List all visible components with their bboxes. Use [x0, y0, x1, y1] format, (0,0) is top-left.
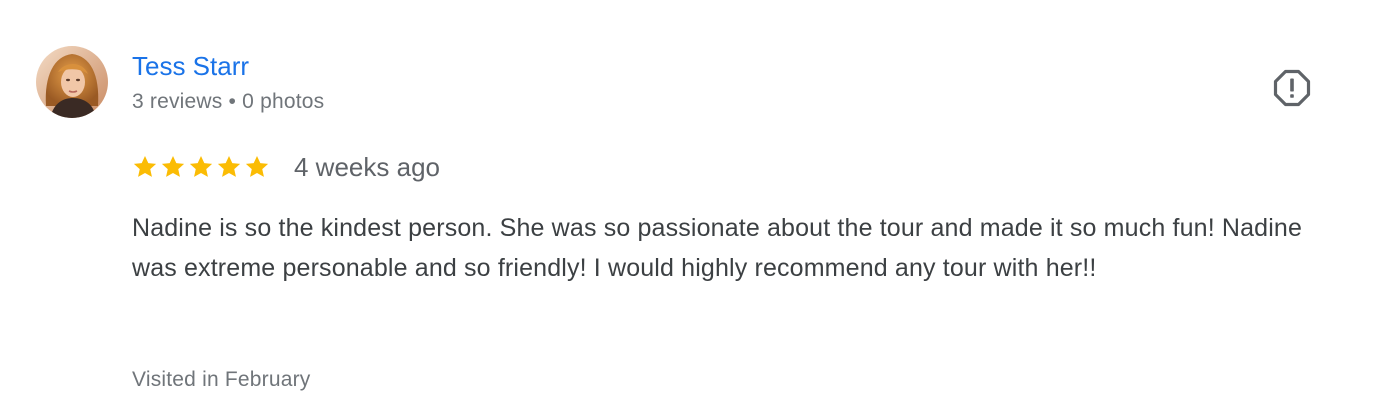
reviews-count: 3 reviews — [132, 90, 223, 113]
reviewer-name-link[interactable]: Tess Starr — [132, 50, 249, 82]
avatar-photo-icon — [36, 46, 108, 118]
star-filled-icon — [245, 155, 269, 177]
star-filled-icon — [217, 155, 241, 177]
report-review-button[interactable] — [1268, 64, 1316, 112]
review-body-text: Nadine is so the kindest person. She was… — [132, 214, 1303, 282]
star-filled-icon — [189, 155, 213, 177]
reviewer-stats: 3 reviews • 0 photos — [132, 89, 324, 115]
photos-count: 0 photos — [242, 90, 325, 113]
stats-separator: • — [228, 90, 237, 113]
reviewer-avatar[interactable] — [36, 46, 108, 118]
visited-date: Visited in February — [132, 368, 311, 391]
report-alert-icon — [1273, 69, 1311, 107]
star-filled-icon — [133, 155, 157, 177]
star-rating — [132, 154, 270, 180]
star-filled-icon — [161, 155, 185, 177]
review-date: 4 weeks ago — [294, 152, 440, 182]
rating-row: 4 weeks ago — [132, 150, 440, 184]
